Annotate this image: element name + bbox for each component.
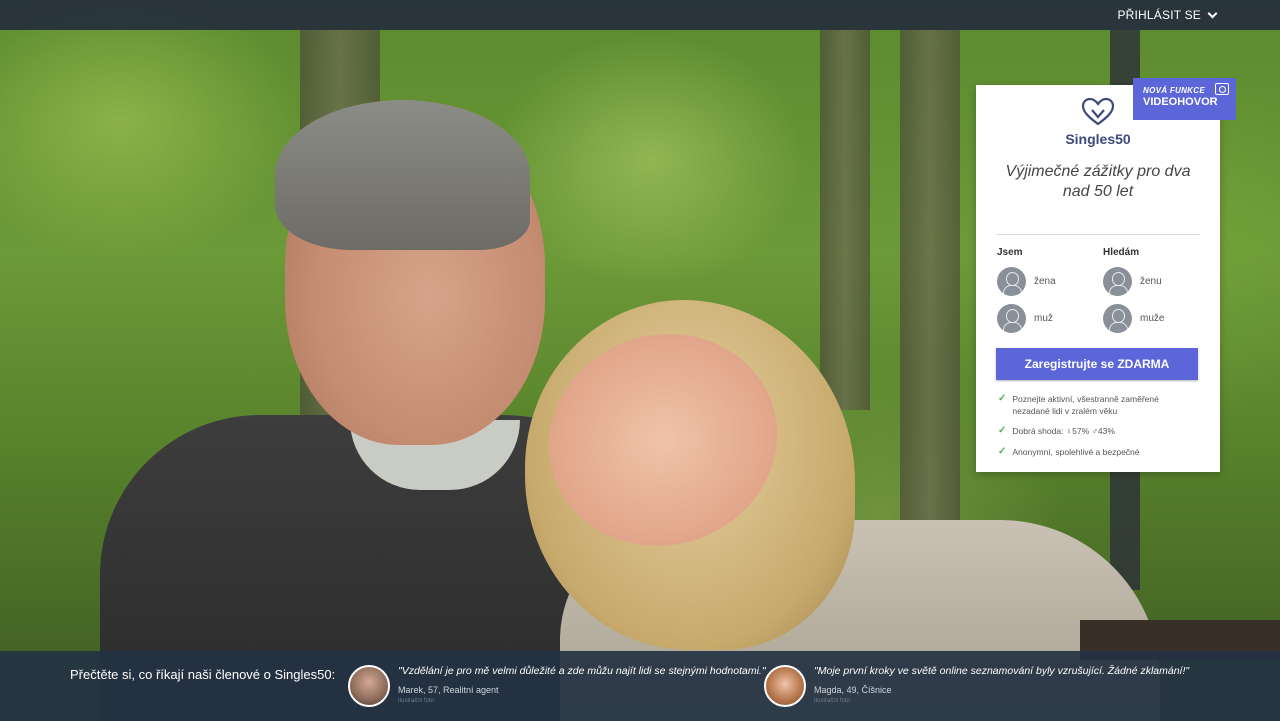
looking-for-man-option[interactable]: muže [1103,304,1164,333]
option-label: muž [1034,313,1053,324]
woman-avatar-icon [1103,267,1132,296]
looking-for-woman-option[interactable]: ženu [1103,267,1162,296]
video-call-icon [1215,83,1229,95]
testimonial-quote: "Moje první kroky ve světě online seznam… [814,665,1190,677]
option-label: žena [1034,276,1056,287]
brand-name: Singles50 [1065,131,1131,147]
badge-line2: VIDEOHOVOR [1143,96,1218,108]
feature-text: Poznejte aktivní, všestranně zaměřené ne… [1012,394,1159,416]
chevron-down-icon [1207,8,1218,18]
feature-item: ✓ Poznejte aktivní, všestranně zaměřené … [998,393,1198,417]
registration-card: Singles50 Výjimečné zážitky pro dva nad … [976,85,1220,472]
new-feature-badge[interactable]: NOVÁ FUNKCE VIDEOHOVOR [1133,78,1236,120]
divider [996,234,1200,235]
testimonial-author: Marek, 57, Realitní agent [398,685,499,695]
check-icon: ✓ [998,425,1007,436]
check-icon: ✓ [998,393,1007,404]
woman-avatar-icon [997,267,1026,296]
looking-for-title: Hledám [1103,247,1140,258]
option-label: ženu [1140,276,1162,287]
top-bar: PŘIHLÁSIT SE [0,0,1280,30]
check-icon: ✓ [998,446,1007,457]
option-label: muže [1140,313,1165,324]
member-photo [764,665,806,707]
feature-item: ✓ Anonymní, spolehlivé a bezpečné [998,446,1198,458]
tree-trunk [820,30,870,410]
man-avatar-icon [997,304,1026,333]
tree-trunk [900,30,960,550]
testimonial-author: Magda, 49, Číšnice [814,685,892,695]
feature-item: ✓ Dobrá shoda: ♀57% ♂43% [998,425,1198,437]
register-button[interactable]: Zaregistrujte se ZDARMA [996,348,1198,380]
man-hair [275,100,530,250]
login-button[interactable]: PŘIHLÁSIT SE [1117,8,1218,22]
man-avatar-icon [1103,304,1132,333]
photo-note: Ilustrační foto [814,698,851,704]
login-label: PŘIHLÁSIT SE [1117,8,1201,22]
tagline: Výjimečné zážitky pro dva nad 50 let [1005,163,1191,200]
photo-note: Ilustrační foto [398,698,435,704]
i-am-title: Jsem [997,247,1023,258]
testimonials-bar: Přečtěte si, co říkají naši členové o Si… [0,651,1280,721]
testimonials-title: Přečtěte si, co říkají naši členové o Si… [70,667,336,682]
i-am-man-option[interactable]: muž [997,304,1053,333]
feature-text: Anonymní, spolehlivé a bezpečné [1012,447,1140,457]
testimonial-quote: "Vzdělání je pro mě velmi důležité a zde… [398,665,766,677]
i-am-woman-option[interactable]: žena [997,267,1056,296]
member-photo [348,665,390,707]
feature-text: Dobrá shoda: ♀57% ♂43% [1012,426,1115,436]
